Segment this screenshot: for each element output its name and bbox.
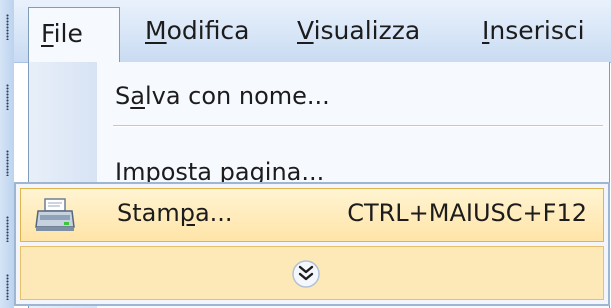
menu-bar: File Modifica Visualizza Inserisci [14, 0, 611, 63]
menu-item-label: lva con nome... [144, 82, 330, 110]
chevron-double-down-icon [292, 260, 320, 288]
grip-handle[interactable] [6, 216, 9, 242]
expand-menu-button[interactable] [20, 246, 604, 300]
menu-accel-key: F [41, 19, 54, 48]
menu-item-label-text: Stam [117, 199, 180, 227]
grip-handle[interactable] [6, 84, 9, 110]
menu-accel-key: a [130, 82, 145, 110]
menu-visualizza[interactable]: Visualizza [297, 8, 420, 54]
shortcut-label: CTRL+MAIUSC+F12 [347, 199, 587, 227]
grip-handle[interactable] [6, 150, 9, 176]
menu-item-label: S [115, 82, 131, 110]
grip-handle[interactable] [6, 14, 9, 40]
menu-item-label: Stampa... [117, 199, 233, 227]
menu-item-label-text: a... [194, 199, 233, 227]
toolbar-grip-strip [0, 0, 14, 308]
menu-item-salva-con-nome[interactable]: Salva con nome... [115, 82, 330, 110]
grip-handle[interactable] [6, 274, 9, 300]
menu-inserisci[interactable]: Inserisci [482, 8, 585, 54]
printer-icon [35, 198, 75, 231]
menu-modifica[interactable]: Modifica [145, 8, 250, 54]
menu-label: isualizza [313, 16, 421, 45]
menu-label: ile [53, 19, 83, 48]
menu-label: nserisci [489, 16, 585, 45]
menu-accel-key: V [297, 16, 314, 45]
menu-accel-key: M [145, 16, 167, 45]
menu-separator [113, 125, 603, 127]
menu-item-stampa[interactable]: Stampa... CTRL+MAIUSC+F12 [20, 188, 604, 242]
menu-accel-key: p [179, 199, 195, 227]
menu-label: odifica [166, 16, 250, 45]
menu-file[interactable]: File [28, 7, 120, 62]
